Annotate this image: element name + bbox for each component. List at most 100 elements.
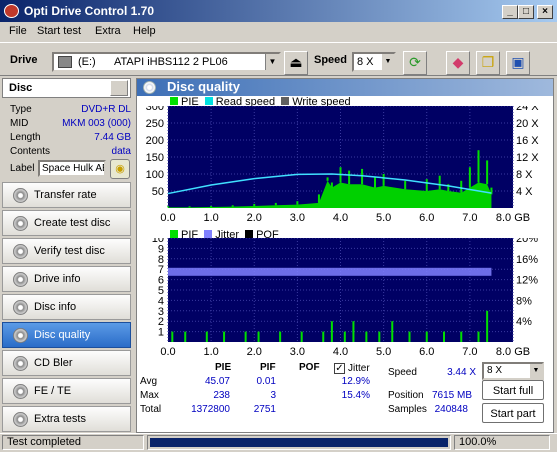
chevron-down-icon[interactable]: ▼ [265,54,279,70]
status-text: Test completed [2,435,144,450]
y-right-tick-label: 8% [516,295,532,307]
menu-file[interactable]: File [9,25,27,37]
copy-button[interactable]: ❐ [476,51,500,75]
speed-value: 8 X [357,56,374,68]
x-tick-label: 0.0 [160,346,175,356]
max-pie: 238 [213,390,230,401]
drive-icon [58,56,72,68]
menu-help[interactable]: Help [133,25,156,37]
window-title: Opti Drive Control 1.70 [24,4,155,18]
maximize-button[interactable]: □ [518,5,534,19]
eject-icon: ⏏ [289,54,303,70]
pof-swatch [245,230,254,238]
x-tick-label: 5.0 [376,346,391,356]
x-tick-label: 2.0 [247,346,262,356]
refresh-button[interactable]: ⟳ [403,51,427,75]
x-tick-label: 2.0 [247,212,262,224]
label-label: Label [10,163,35,174]
write-speed-swatch [281,97,290,105]
drive-select[interactable]: (E:) ATAPI iHBS112 2 PL06 ▼ [52,52,281,72]
max-label: Max [140,390,159,401]
pif-chart: 0.0 1.0 2.0 3.0 4.0 5.0 6.0 7.0 8.0 GB1098765432… [152,238,538,356]
y-right-tick-label: 4% [516,316,532,328]
pie-swatch [170,97,178,105]
close-button[interactable]: × [537,5,553,19]
save-icon: ▣ [511,54,525,70]
total-pie: 1372800 [191,404,230,415]
label-apply-button[interactable]: ◉ [110,159,130,179]
nav-label: Transfer rate [34,189,97,201]
y-tick-label: 150 [146,152,164,164]
start-full-button[interactable]: Start full [482,380,544,400]
max-jitter: 15.4% [341,390,370,401]
nav-label: Disc quality [34,329,91,341]
refresh-icon: ⟳ [409,54,421,70]
mid-label: MID [10,118,29,129]
panel-header: Disc quality [137,79,553,96]
read-speed-swatch [204,97,213,105]
disc-icon [13,188,28,203]
disc-icon [13,384,28,399]
disc-quality-icon [143,81,156,94]
y-right-tick-label: 16% [516,254,538,266]
nav-transfer-rate[interactable]: Transfer rate [2,182,131,208]
disc-icon [13,356,28,371]
x-tick-label: 3.0 [290,212,305,224]
disc-icon [13,328,28,343]
jitter-band [168,267,492,276]
erase-button[interactable]: ◆ [446,51,470,75]
type-label: Type [10,104,32,115]
y-right-tick-label: 4 X [516,186,533,198]
chevron-down-icon[interactable]: ▼ [382,54,394,70]
menu-extra[interactable]: Extra [95,25,121,37]
copy-icon: ❐ [481,54,495,70]
nav-verify-test-disc[interactable]: Verify test disc [2,238,131,264]
speed-label: Speed [314,54,348,66]
y-tick-label: 1 [158,327,164,339]
disc-refresh-button[interactable] [110,80,128,96]
x-tick-label: 0.0 [160,212,175,224]
nav-create-test-disc[interactable]: Create test disc [2,210,131,236]
nav-cd-bler[interactable]: CD Bler [2,350,131,376]
nav-disc-quality[interactable]: Disc quality [2,322,131,348]
avg-pie: 45.07 [204,376,230,387]
disc-icon [13,272,28,287]
save-button[interactable]: ▣ [506,51,530,75]
nav-fe-te[interactable]: FE / TE [2,378,131,404]
start-part-button[interactable]: Start part [482,403,544,423]
nav-label: Create test disc [34,217,111,229]
col-pie: PIE [215,362,232,373]
avg-jitter: 12.9% [341,376,370,387]
disc-icon [13,244,28,259]
speed-select[interactable]: 8 X ▼ [352,52,396,72]
pie-chart: 0.0 1.0 2.0 3.0 4.0 5.0 6.0 7.0 8.0 GB 300 250 200 1… [146,106,539,224]
x-tick-label: 7.0 [462,346,477,356]
x-tick-label: 7.0 [462,212,477,224]
menu-start-test[interactable]: Start test [37,25,81,37]
minimize-button[interactable]: _ [502,5,518,19]
drive-letter: (E:) [78,56,96,68]
contents-value: data [111,146,131,157]
nav-extra-tests[interactable]: Extra tests [2,406,131,432]
y-tick-label: 50 [152,186,164,198]
nav-disc-info[interactable]: Disc info [2,294,131,320]
test-speed-select[interactable]: 8 X ▼ [482,362,544,380]
panel-title: Disc quality [167,79,240,94]
label-input[interactable]: Space Hulk AE [38,160,106,177]
avg-label: Avg [140,376,158,387]
x-tick-label: 1.0 [203,346,218,356]
eject-button[interactable]: ⏏ [284,51,308,75]
jitter-checkbox[interactable]: ✓ [334,363,345,374]
nav-label: CD Bler [34,357,73,369]
progress-bar [147,435,451,450]
jitter-swatch [204,230,213,238]
speed-stat-label: Speed [388,367,417,378]
chevron-down-icon[interactable]: ▼ [530,364,542,378]
length-value: 7.44 GB [94,132,131,143]
eraser-icon: ◆ [452,54,464,70]
jitter-label: Jitter [348,363,370,374]
total-pif: 2751 [253,404,276,415]
nav-label: Disc info [34,301,77,313]
col-pif: PIF [260,362,276,373]
nav-drive-info[interactable]: Drive info [2,266,131,292]
